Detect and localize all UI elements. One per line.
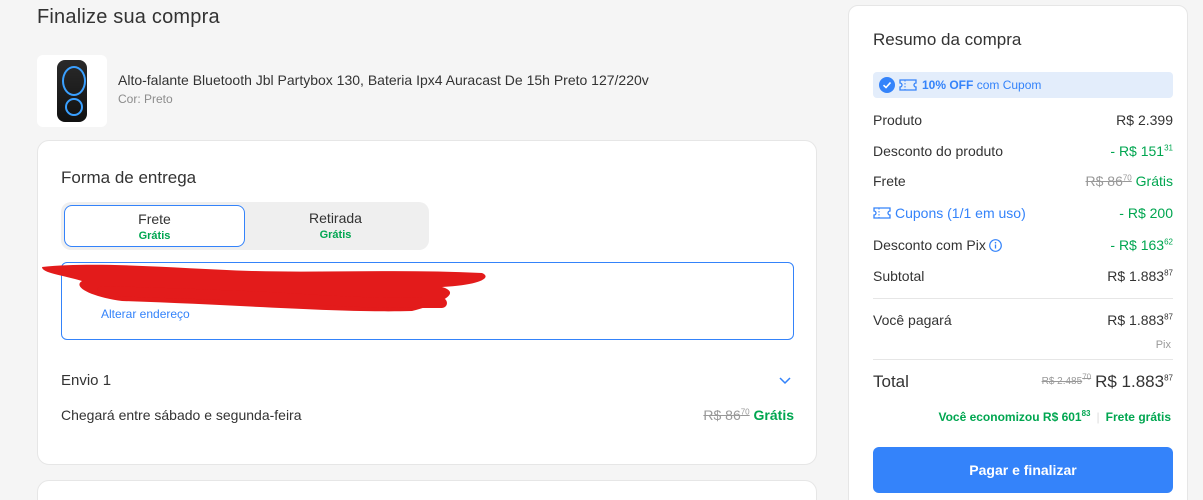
delivery-method-toggle: Frete Grátis Retirada Grátis (61, 202, 429, 250)
shipping-price: R$ 8670 Grátis (703, 407, 794, 423)
summary-row-produto: Produto R$ 2.399 (873, 112, 1173, 128)
free-shipping-label: Grátis (753, 407, 794, 423)
summary-row-frete: Frete R$ 8670 Grátis (873, 173, 1173, 189)
coupon-banner-text: 10% OFF com Cupom (922, 78, 1042, 92)
address-box[interactable]: Alterar endereço (42, 262, 794, 340)
delivery-option-frete[interactable]: Frete Grátis (64, 205, 245, 247)
page-title: Finalize sua compra (37, 6, 220, 28)
ticket-icon (899, 79, 917, 91)
summary-row-voce-pagara: Você pagará R$ 1.88387 (873, 312, 1173, 328)
delivery-section-title: Forma de entrega (61, 168, 197, 187)
summary-title: Resumo da compra (873, 30, 1022, 49)
product-row: Alto-falante Bluetooth Jbl Partybox 130,… (37, 55, 817, 127)
product-variant: Cor: Preto (118, 92, 173, 106)
pay-and-finish-button[interactable]: Pagar e finalizar (873, 447, 1173, 493)
order-summary: Resumo da compra 10% OFF com Cupom Produ… (848, 5, 1188, 500)
option-label: Retirada (309, 210, 362, 226)
coupon-banner: 10% OFF com Cupom (873, 72, 1173, 98)
summary-row-cupons[interactable]: Cupons (1/1 em uso) - R$ 200 (873, 205, 1173, 225)
chevron-down-icon[interactable] (778, 373, 792, 387)
info-icon[interactable] (988, 239, 1002, 252)
summary-row-total: Total R$ 2.48570 R$ 1.88387 (873, 372, 1173, 391)
option-price: Grátis (138, 230, 171, 242)
summary-row-desconto-pix: Desconto com Pix - R$ 16362 (873, 237, 1173, 253)
savings-info: Você economizou R$ 60183 | Frete grátis (938, 409, 1171, 424)
divider (873, 298, 1173, 299)
delivery-card: Forma de entrega Frete Grátis Retirada G… (37, 140, 817, 465)
product-image (37, 55, 107, 127)
option-label: Frete (138, 211, 171, 227)
summary-row-subtotal: Subtotal R$ 1.88387 (873, 268, 1173, 284)
check-circle-icon (879, 77, 895, 93)
divider (873, 359, 1173, 360)
ticket-icon (873, 207, 891, 219)
summary-row-desconto-produto: Desconto do produto - R$ 15131 (873, 143, 1173, 159)
product-title: Alto-falante Bluetooth Jbl Partybox 130,… (118, 72, 649, 88)
option-price: Grátis (319, 229, 352, 241)
next-section-card (37, 480, 817, 500)
arrival-estimate: Chegará entre sábado e segunda-feira (61, 407, 302, 423)
shipment-title: Envio 1 (61, 372, 112, 389)
old-shipping-price: R$ 8670 (703, 407, 750, 423)
change-address-link[interactable]: Alterar endereço (101, 307, 190, 321)
payment-method-label: Pix (1155, 339, 1171, 351)
delivery-option-retirada[interactable]: Retirada Grátis (245, 205, 426, 247)
